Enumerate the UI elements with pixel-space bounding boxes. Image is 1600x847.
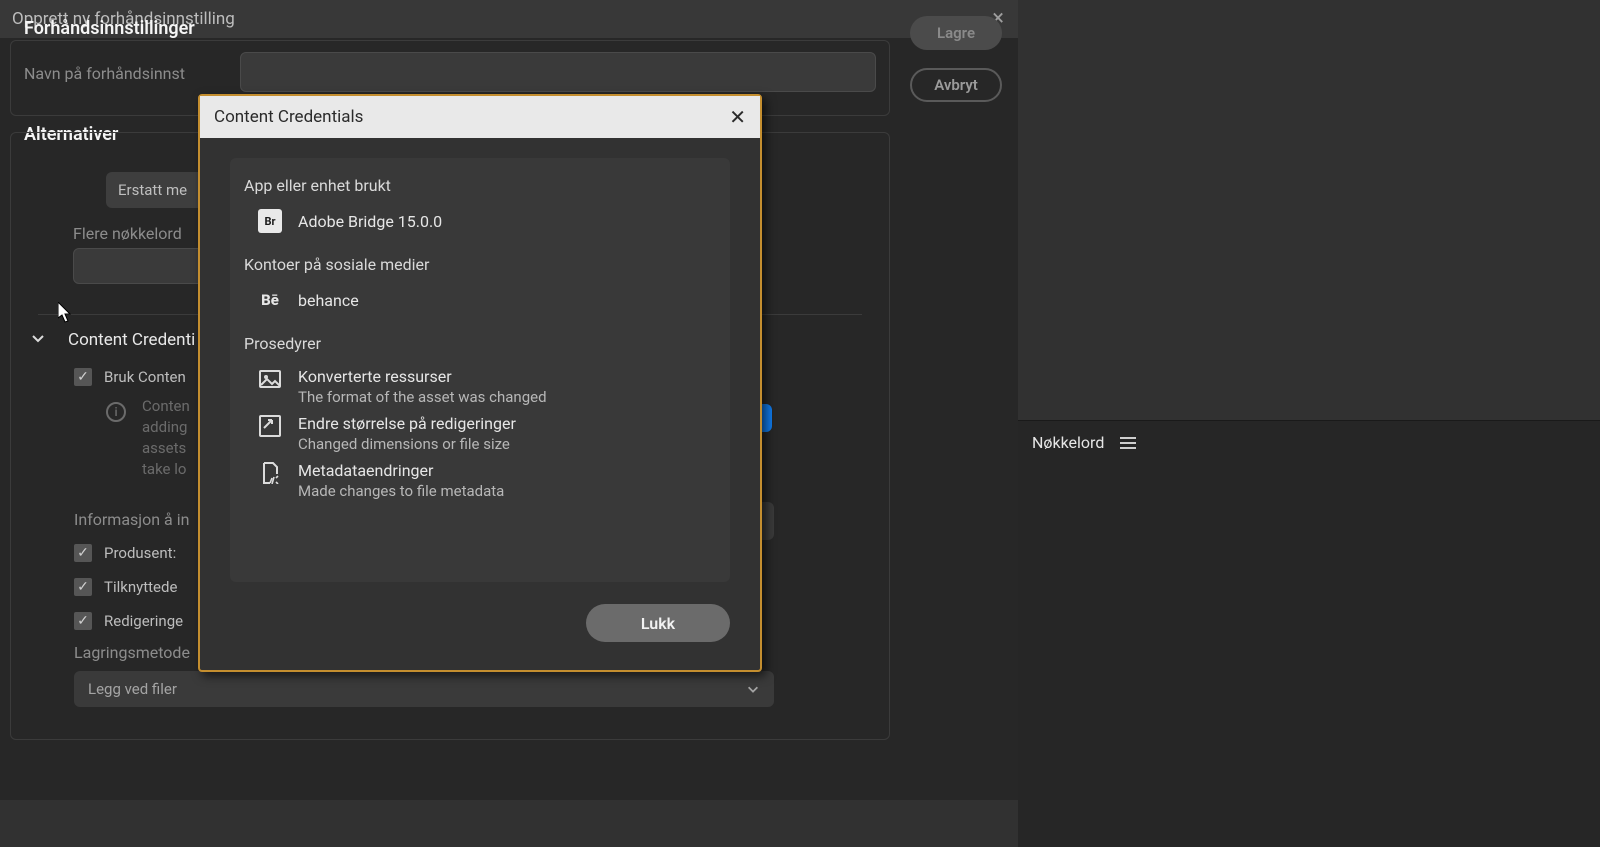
apply-cc-label: Bruk Conten <box>104 368 186 386</box>
save-button[interactable]: Lagre <box>910 16 1002 50</box>
chevron-down-icon[interactable] <box>30 330 46 346</box>
edits-checkbox-row: ✓ Redigeringe <box>74 612 183 630</box>
cancel-button[interactable]: Avbryt <box>910 68 1002 102</box>
producer-checkbox[interactable]: ✓ <box>74 544 92 562</box>
content-credentials-section-label: Content Credenti <box>68 330 195 350</box>
procedure-row-convert: Konverterte ressurser The format of the … <box>244 367 716 406</box>
preset-name-input[interactable] <box>240 52 876 92</box>
linked-checkbox[interactable]: ✓ <box>74 578 92 596</box>
social-row: Bē behance <box>244 288 716 312</box>
procedure-title: Metadataendringer <box>298 461 504 480</box>
apply-cc-checkbox-row: ✓ Bruk Conten <box>74 368 186 386</box>
procedure-desc: Changed dimensions or file size <box>298 435 516 453</box>
resize-icon <box>258 414 282 438</box>
more-keywords-label: Flere nøkkelord <box>73 224 182 243</box>
image-convert-icon <box>258 367 282 391</box>
social-name: behance <box>298 291 359 310</box>
app-section-label: App eller enhet brukt <box>244 176 716 195</box>
app-name: Adobe Bridge 15.0.0 <box>298 212 442 231</box>
storage-method-select[interactable]: Legg ved filer <box>74 671 774 707</box>
procedure-desc: Made changes to file metadata <box>298 482 504 500</box>
keywords-panel-title: Nøkkelord <box>1032 433 1104 452</box>
producer-label: Produsent: <box>104 544 176 562</box>
chevron-down-icon <box>746 682 760 696</box>
app-row: Br Adobe Bridge 15.0.0 <box>244 209 716 233</box>
modal-titlebar: Content Credentials ✕ <box>200 96 760 138</box>
presets-heading: Forhåndsinnstillinger <box>24 18 195 39</box>
metadata-file-icon <box>258 461 282 485</box>
producer-checkbox-row: ✓ Produsent: <box>74 544 176 562</box>
behance-icon: Bē <box>258 288 282 312</box>
modal-body: App eller enhet brukt Br Adobe Bridge 15… <box>230 158 730 582</box>
modal-close-button[interactable]: Lukk <box>586 604 730 642</box>
keywords-panel: Nøkkelord <box>1018 420 1600 847</box>
keywords-panel-header: Nøkkelord <box>1018 421 1600 464</box>
procedure-desc: The format of the asset was changed <box>298 388 547 406</box>
info-icon: i <box>106 402 126 422</box>
info-to-include-label: Informasjon å in <box>74 510 189 529</box>
modal-title: Content Credentials <box>214 107 363 127</box>
procedure-row-metadata: Metadataendringer Made changes to file m… <box>244 461 716 500</box>
panel-menu-icon[interactable] <box>1120 437 1136 449</box>
procedure-title: Endre størrelse på redigeringer <box>298 414 516 433</box>
edits-label: Redigeringe <box>104 612 183 630</box>
content-credentials-modal: Content Credentials ✕ App eller enhet br… <box>198 94 762 672</box>
bridge-icon: Br <box>258 209 282 233</box>
linked-label: Tilknyttede <box>104 578 177 596</box>
edits-checkbox[interactable]: ✓ <box>74 612 92 630</box>
linked-checkbox-row: ✓ Tilknyttede <box>74 578 177 596</box>
storage-method-value: Legg ved filer <box>88 680 177 698</box>
modal-close-icon[interactable]: ✕ <box>729 105 746 129</box>
apply-cc-checkbox[interactable]: ✓ <box>74 368 92 386</box>
procedures-section-label: Prosedyrer <box>244 334 716 353</box>
procedure-title: Konverterte ressurser <box>298 367 547 386</box>
social-section-label: Kontoer på sosiale medier <box>244 255 716 274</box>
storage-method-label: Lagringsmetode <box>74 643 190 662</box>
procedure-row-resize: Endre størrelse på redigeringer Changed … <box>244 414 716 453</box>
preset-name-label: Navn på forhåndsinnst <box>24 64 185 83</box>
